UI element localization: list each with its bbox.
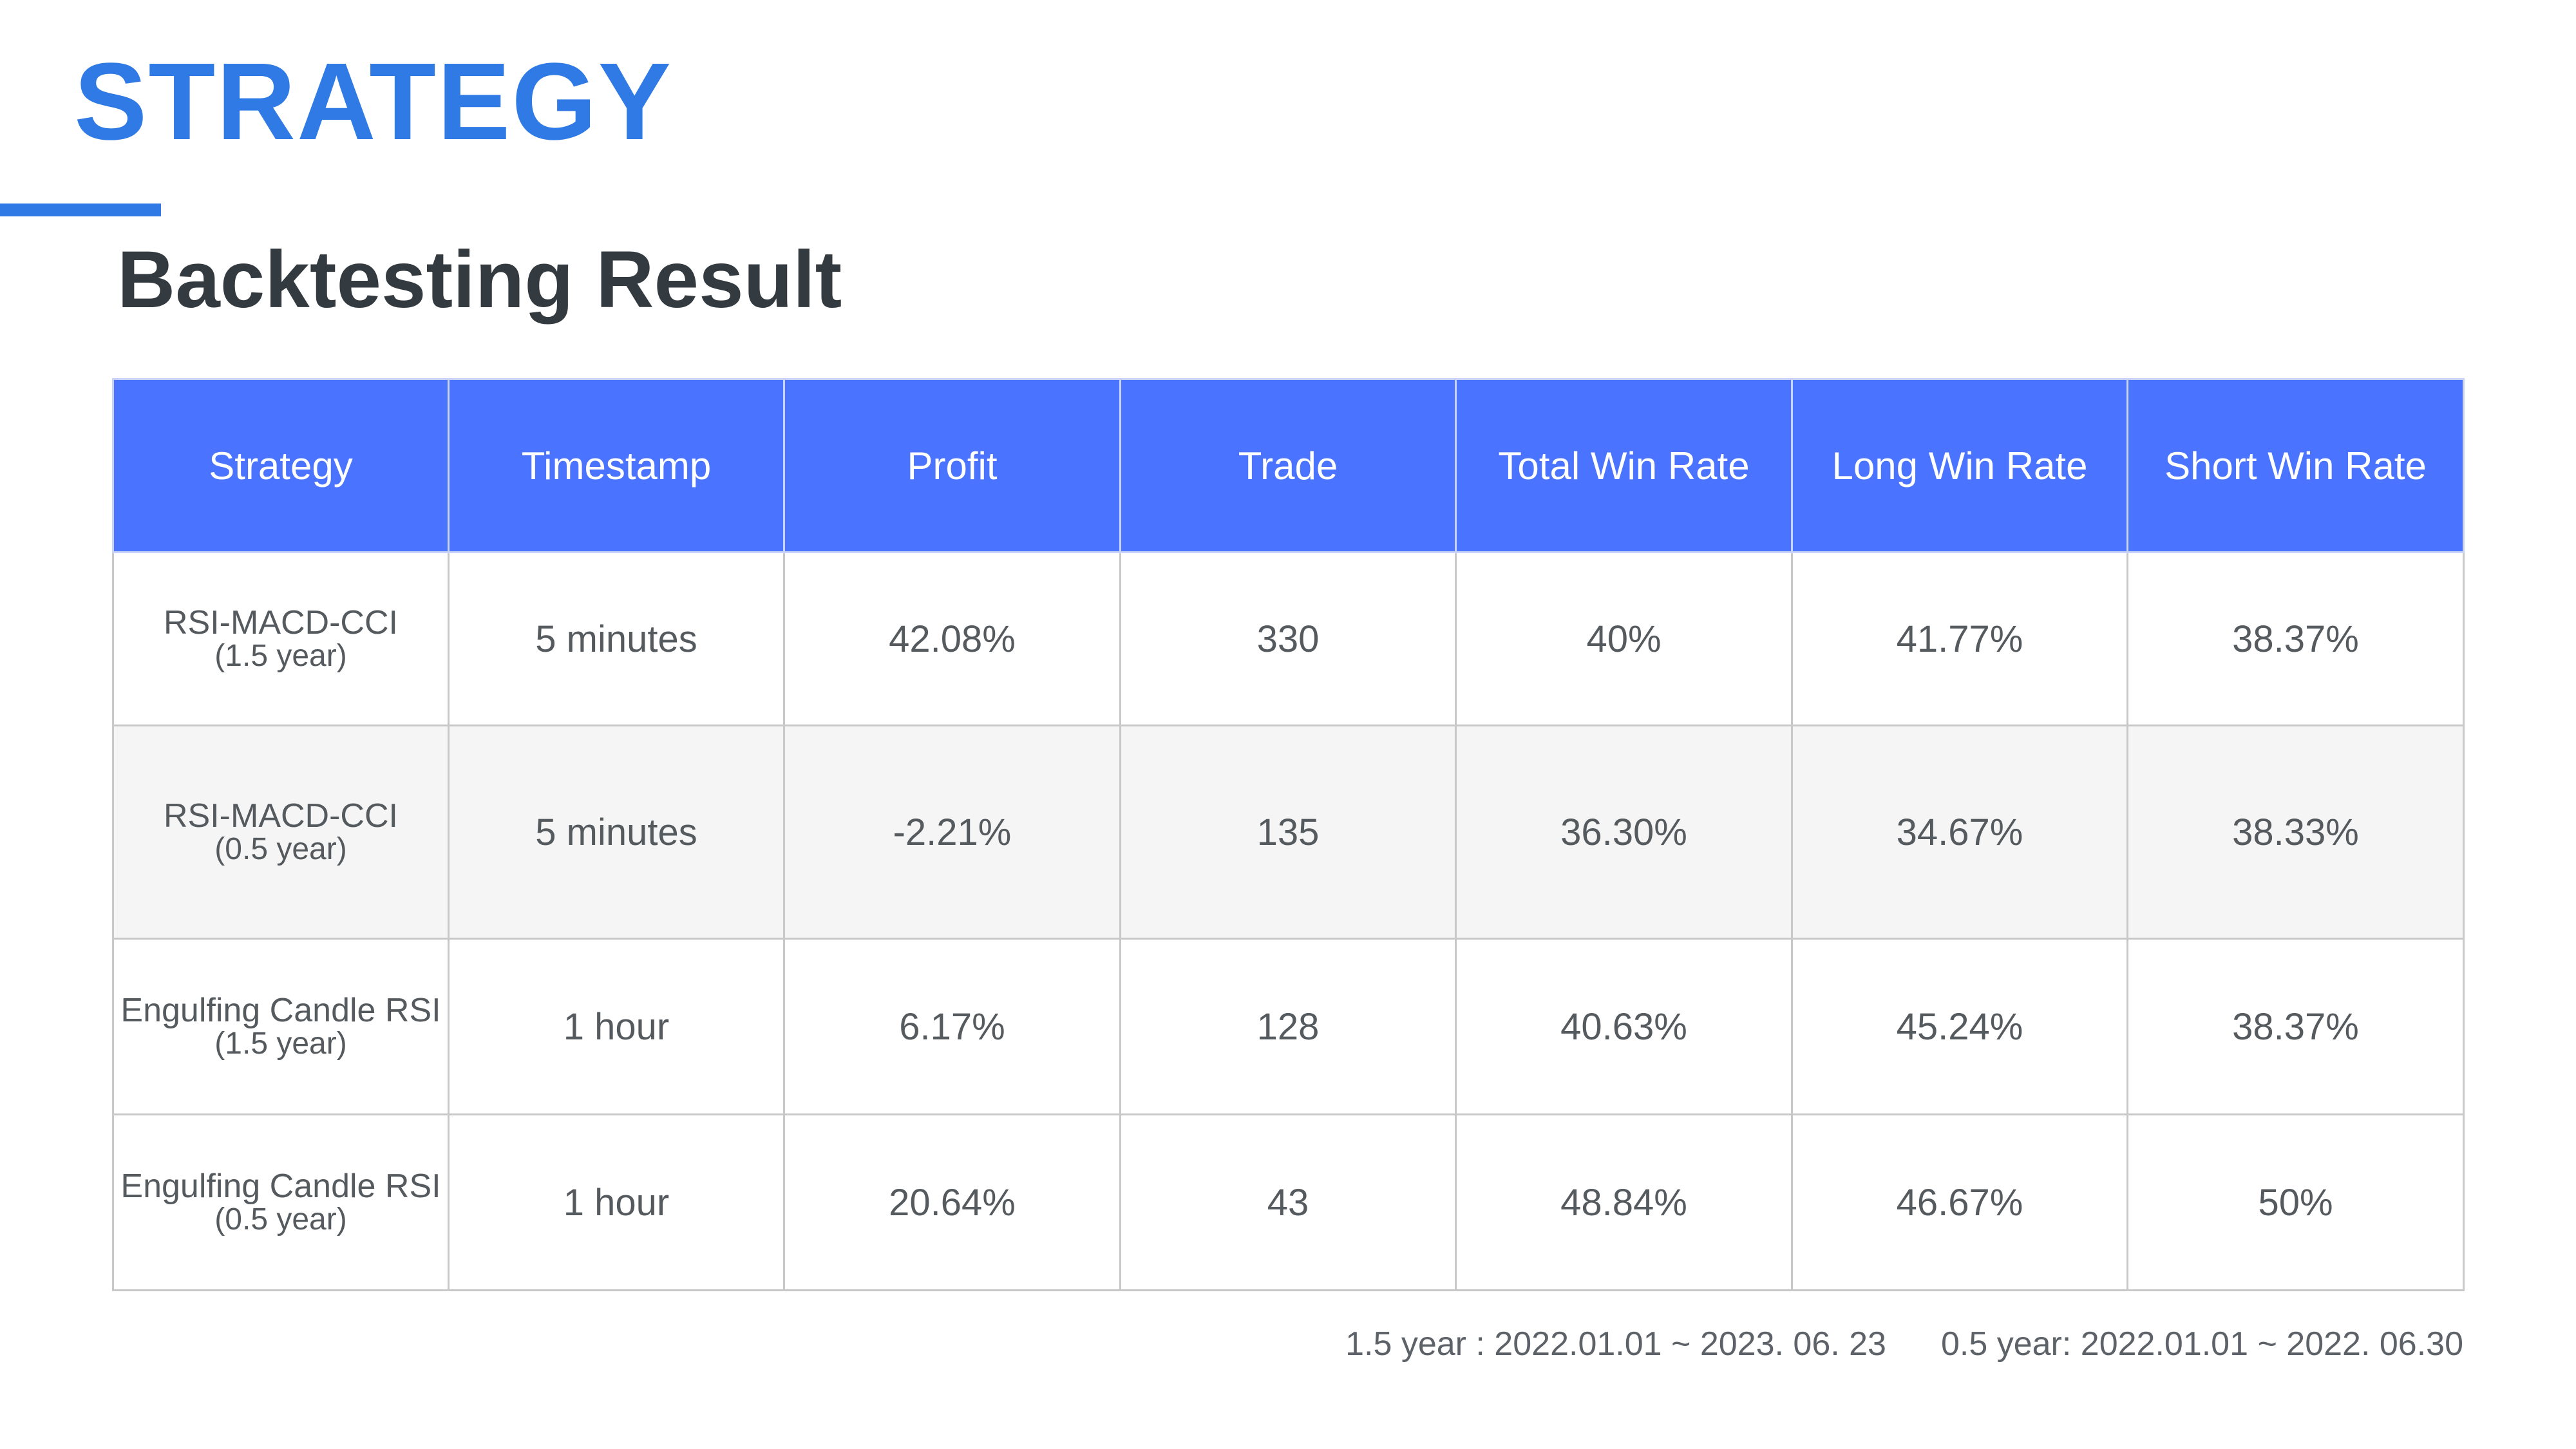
- strategy-period: (0.5 year): [214, 832, 347, 866]
- period-footnotes: 1.5 year : 2022.01.01 ~ 2023. 06. 23 0.5 …: [1345, 1321, 2463, 1367]
- timestamp-cell: 5 minutes: [448, 551, 785, 726]
- accent-bar: [0, 204, 161, 216]
- long-win-rate-cell: 45.24%: [1791, 938, 2128, 1115]
- strategy-period: (1.5 year): [214, 1027, 347, 1061]
- column-header-trade: Trade: [1119, 378, 1457, 553]
- trade-cell: 128: [1119, 938, 1457, 1115]
- column-header-strategy: Strategy: [112, 378, 450, 553]
- timestamp-cell: 1 hour: [448, 938, 785, 1115]
- trade-cell: 135: [1119, 724, 1457, 940]
- short-win-rate-cell: 38.33%: [2126, 724, 2465, 940]
- table-row: Engulfing Candle RSI (0.5 year) 1 hour 2…: [112, 1113, 2465, 1291]
- timestamp-cell: 5 minutes: [448, 724, 785, 940]
- total-win-rate-cell: 40.63%: [1455, 938, 1793, 1115]
- trade-cell: 330: [1119, 551, 1457, 726]
- strategy-cell: Engulfing Candle RSI (1.5 year): [112, 938, 450, 1115]
- profit-cell: 20.64%: [783, 1113, 1121, 1291]
- strategy-cell: RSI-MACD-CCI (0.5 year): [112, 724, 450, 940]
- column-header-timestamp: Timestamp: [448, 378, 785, 553]
- column-header-profit: Profit: [783, 378, 1121, 553]
- strategy-name: RSI-MACD-CCI: [164, 604, 398, 641]
- table-row: Engulfing Candle RSI (1.5 year) 1 hour 6…: [112, 938, 2465, 1115]
- backtesting-results-table: Strategy Timestamp Profit Trade Total Wi…: [112, 378, 2465, 1291]
- table-row: RSI-MACD-CCI (0.5 year) 5 minutes -2.21%…: [112, 724, 2465, 940]
- strategy-period: (1.5 year): [214, 639, 347, 673]
- long-win-rate-cell: 34.67%: [1791, 724, 2128, 940]
- column-header-total-win-rate: Total Win Rate: [1455, 378, 1793, 553]
- footnote-0-5-year: 0.5 year: 2022.01.01 ~ 2022. 06.30: [1940, 1325, 2463, 1363]
- strategy-cell: Engulfing Candle RSI (0.5 year): [112, 1113, 450, 1291]
- long-win-rate-cell: 41.77%: [1791, 551, 2128, 726]
- profit-cell: 42.08%: [783, 551, 1121, 726]
- table-header-row: Strategy Timestamp Profit Trade Total Wi…: [112, 378, 2465, 553]
- total-win-rate-cell: 36.30%: [1455, 724, 1793, 940]
- profit-cell: -2.21%: [783, 724, 1121, 940]
- short-win-rate-cell: 38.37%: [2126, 938, 2465, 1115]
- short-win-rate-cell: 38.37%: [2126, 551, 2465, 726]
- trade-cell: 43: [1119, 1113, 1457, 1291]
- total-win-rate-cell: 48.84%: [1455, 1113, 1793, 1291]
- table-row: RSI-MACD-CCI (1.5 year) 5 minutes 42.08%…: [112, 551, 2465, 726]
- section-title: STRATEGY: [74, 41, 673, 163]
- timestamp-cell: 1 hour: [448, 1113, 785, 1291]
- total-win-rate-cell: 40%: [1455, 551, 1793, 726]
- profit-cell: 6.17%: [783, 938, 1121, 1115]
- strategy-name: RSI-MACD-CCI: [164, 797, 398, 835]
- short-win-rate-cell: 50%: [2126, 1113, 2465, 1291]
- page-title: Backtesting Result: [117, 235, 842, 325]
- strategy-cell: RSI-MACD-CCI (1.5 year): [112, 551, 450, 726]
- strategy-name: Engulfing Candle RSI: [120, 992, 441, 1029]
- strategy-period: (0.5 year): [214, 1202, 347, 1236]
- column-header-short-win-rate: Short Win Rate: [2126, 378, 2465, 553]
- strategy-name: Engulfing Candle RSI: [120, 1168, 441, 1205]
- footnote-1-5-year: 1.5 year : 2022.01.01 ~ 2023. 06. 23: [1345, 1325, 1886, 1363]
- column-header-long-win-rate: Long Win Rate: [1791, 378, 2128, 553]
- long-win-rate-cell: 46.67%: [1791, 1113, 2128, 1291]
